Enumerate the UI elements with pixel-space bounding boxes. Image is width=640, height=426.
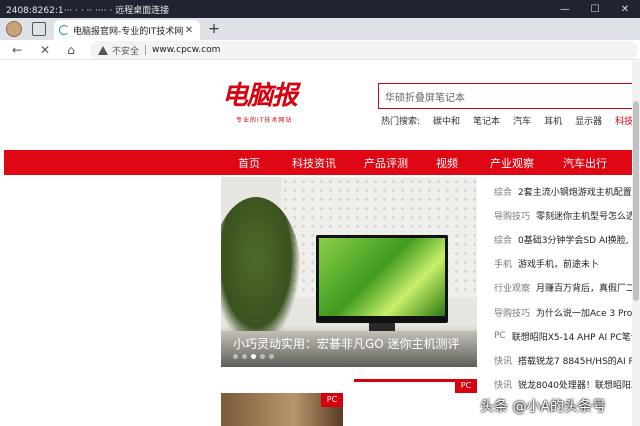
logo-text: 电脑报 (222, 81, 298, 111)
news-title[interactable]: 搭载锐龙7 8845H/HS的AI PC (518, 354, 632, 367)
news-title[interactable]: 0基础3分钟学会SD AI换脸, (518, 233, 629, 246)
tab-close-icon[interactable]: ✕ (183, 25, 195, 36)
tab-cpcw[interactable]: 电脑报官网-专业的IT技术网站 ✕ (54, 20, 200, 40)
news-title[interactable]: 零刻迷你主机型号怎么选 (536, 209, 632, 222)
hot-term[interactable]: 碳中和 (433, 114, 460, 127)
watermark: 头条 @小A的头条号 (480, 399, 607, 415)
news-title[interactable]: 联想昭阳X5-14 AHP AI PC笔记 (512, 330, 632, 343)
nav-home[interactable]: 首页 (238, 155, 260, 171)
carousel-dot[interactable] (233, 354, 238, 359)
nav-industry[interactable]: 产业观察 (490, 155, 534, 171)
news-item[interactable]: PC 联想昭阳X5-14 AHP AI PC笔记 (494, 324, 632, 348)
carousel-dot[interactable] (260, 354, 265, 359)
home-button[interactable]: ⌂ (62, 41, 80, 59)
logo-slogan: 专业的IT技术网站 (236, 117, 293, 124)
profile-avatar[interactable] (6, 21, 22, 37)
news-title[interactable]: 2套主流小钢炮游戏主机配置推 (518, 185, 632, 198)
new-tab-button[interactable]: + (206, 21, 222, 37)
news-category: 快讯 (494, 381, 513, 392)
side-news-list: 综合 2套主流小钢炮游戏主机配置推 导购技巧 零刻迷你主机型号怎么选 综合 0基础3分… (494, 179, 632, 397)
back-button[interactable]: ← (8, 41, 26, 59)
news-item[interactable]: 手机 游戏手机，前途未卜 (494, 252, 632, 276)
browser-toolbar: ← ✕ ⌂ 不安全 www.cpcw.com (0, 40, 640, 60)
news-category: 导购技巧 (494, 308, 531, 319)
site-search-input[interactable]: 华硕折叠屏笔记本 (378, 83, 632, 109)
browser-tab-strip: 电脑报官网-专业的IT技术网站 ✕ + (0, 18, 640, 40)
close-window-button[interactable]: ✕ (610, 0, 640, 18)
nav-video[interactable]: 视频 (436, 155, 458, 171)
scrollbar-thumb[interactable] (633, 101, 639, 301)
news-category: 快讯 (494, 356, 513, 367)
news-item[interactable]: 行业观察 月赚百万背后，真假厂二 (494, 276, 632, 300)
loading-spinner-icon (59, 25, 69, 35)
warning-icon[interactable] (98, 45, 108, 55)
news-item[interactable]: 导购技巧 为什么说一加Ace 3 Pro最 (494, 300, 632, 324)
carousel-dot-active[interactable] (251, 354, 256, 359)
carousel-pager (233, 354, 278, 359)
news-item[interactable]: 综合 2套主流小钢炮游戏主机配置推 (494, 179, 632, 203)
hot-term[interactable]: 科技 (615, 114, 632, 127)
news-category: PC (494, 331, 506, 342)
url-text[interactable]: www.cpcw.com (152, 45, 220, 55)
maximize-button[interactable]: ☐ (580, 0, 610, 18)
insecure-label[interactable]: 不安全 (112, 44, 139, 57)
tab-actions-icon[interactable] (32, 22, 46, 36)
news-category: 手机 (494, 260, 513, 271)
news-title[interactable]: 月赚百万背后，真假厂二 (536, 281, 632, 294)
hero-carousel[interactable]: 小巧灵动实用：宏碁非凡GO 迷你主机测评 (221, 177, 477, 367)
news-item[interactable]: 综合 0基础3分钟学会SD AI换脸, (494, 227, 632, 251)
omnibox-divider (145, 45, 147, 55)
tab-title: 电脑报官网-专业的IT技术网站 (73, 26, 183, 37)
monitor-image (316, 235, 448, 323)
hot-term[interactable]: 笔记本 (473, 114, 500, 127)
remote-desktop-titlebar: 2408:8262:1··· · · ·· ···· · 远程桌面连接 — ☐ … (0, 0, 640, 18)
stop-loading-button[interactable]: ✕ (36, 41, 54, 59)
news-category: 导购技巧 (494, 211, 531, 222)
news-category: 综合 (494, 235, 513, 246)
hot-search-label: 热门搜索: (381, 117, 421, 127)
main-nav: 首页 科技资讯 产品评测 视频 产业观察 汽车出行 (4, 150, 632, 175)
page-scrollbar[interactable] (632, 61, 640, 426)
nav-auto[interactable]: 汽车出行 (563, 155, 607, 171)
pc-badge: PC (321, 393, 343, 407)
search-placeholder: 华硕折叠屏笔记本 (385, 92, 465, 104)
news-category: 综合 (494, 187, 513, 198)
hot-term[interactable]: 汽车 (513, 114, 531, 127)
site-logo[interactable]: 电脑报 专业的IT技术网站 (222, 81, 312, 124)
nav-tech-news[interactable]: 科技资讯 (292, 155, 336, 171)
news-title[interactable]: 游戏手机，前途未卜 (518, 257, 599, 270)
carousel-dot[interactable] (242, 354, 247, 359)
hero-caption[interactable]: 小巧灵动实用：宏碁非凡GO 迷你主机测评 (233, 335, 460, 352)
pc-badge: PC (455, 379, 477, 393)
hot-term[interactable]: 显示器 (575, 114, 602, 127)
news-item[interactable]: 快讯 锐龙8040处理器！联想昭阳X5 (494, 373, 632, 397)
web-page: 电脑报 专业的IT技术网站 华硕折叠屏笔记本 热门搜索: 碳中和 笔记本 汽车 … (0, 61, 632, 426)
news-item[interactable]: 快讯 搭载锐龙7 8845H/HS的AI PC (494, 348, 632, 372)
news-title[interactable]: 为什么说一加Ace 3 Pro最 (536, 306, 632, 319)
nav-reviews[interactable]: 产品评测 (364, 155, 408, 171)
carousel-dot[interactable] (269, 354, 274, 359)
hot-term[interactable]: 耳机 (544, 114, 562, 127)
minimize-button[interactable]: — (550, 0, 580, 18)
news-title[interactable]: 锐龙8040处理器！联想昭阳X5 (518, 378, 632, 391)
address-bar[interactable]: 不安全 www.cpcw.com (90, 41, 638, 59)
news-item[interactable]: 导购技巧 零刻迷你主机型号怎么选 (494, 203, 632, 227)
hot-search-row: 热门搜索: 碳中和 笔记本 汽车 耳机 显示器 科技 (381, 114, 632, 127)
news-category: 行业观察 (494, 284, 531, 295)
window-title: 2408:8262:1··· · · ·· ···· · 远程桌面连接 (6, 5, 170, 16)
window-controls: — ☐ ✕ (550, 0, 640, 18)
